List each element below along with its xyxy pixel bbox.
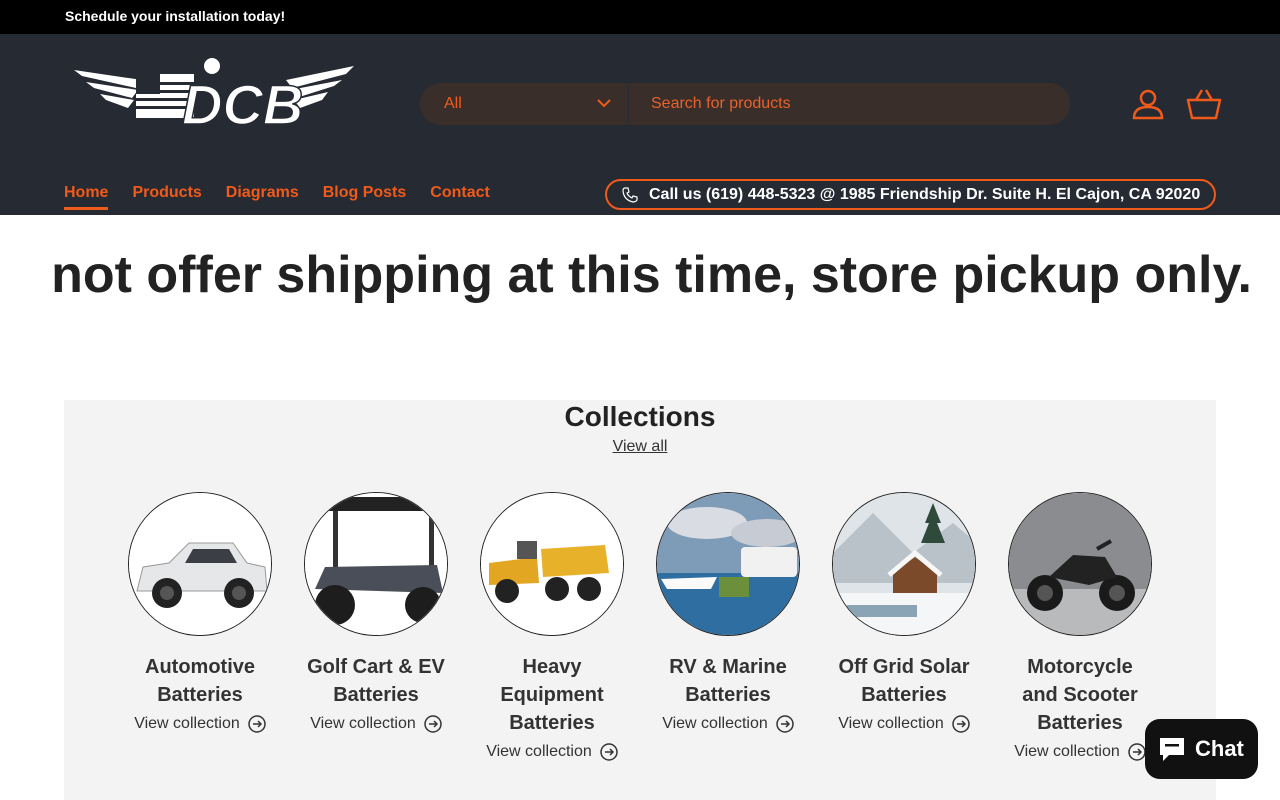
main-nav: Home Products Diagrams Blog Posts Contac… bbox=[64, 184, 514, 210]
shipping-notice-marquee: not offer shipping at this time, store p… bbox=[0, 215, 1280, 335]
collection-title: Automotive Batteries bbox=[145, 656, 255, 706]
collection-title: Off Grid Solar Batteries bbox=[838, 656, 970, 706]
arrow-right-circle-icon bbox=[424, 715, 442, 733]
view-all-link[interactable]: View all bbox=[613, 438, 668, 455]
collection-image-dump-truck[interactable] bbox=[480, 492, 624, 636]
collection-image-rv-lake[interactable] bbox=[656, 492, 800, 636]
arrow-right-circle-icon bbox=[1128, 743, 1146, 761]
view-collection-link[interactable]: View collection bbox=[134, 715, 266, 733]
view-collection-link[interactable]: View collection bbox=[838, 715, 970, 733]
nav-home[interactable]: Home bbox=[64, 184, 109, 210]
arrow-right-circle-icon bbox=[776, 715, 794, 733]
collection-image-golf-cart[interactable] bbox=[304, 492, 448, 636]
collection-image-truck[interactable] bbox=[128, 492, 272, 636]
nav-blog-posts[interactable]: Blog Posts bbox=[323, 184, 407, 210]
arrow-right-circle-icon bbox=[952, 715, 970, 733]
cart-basket-icon[interactable] bbox=[1186, 87, 1222, 126]
category-select-value: All bbox=[444, 95, 462, 112]
collection-title: Heavy Equipment Batteries bbox=[500, 656, 604, 734]
call-us-button[interactable]: Call us (619) 448-5323 @ 1985 Friendship… bbox=[605, 179, 1216, 210]
collection-title: Golf Cart & EV Batteries bbox=[307, 656, 445, 706]
chevron-down-icon bbox=[597, 99, 611, 108]
search-bar: All bbox=[420, 83, 1070, 125]
phone-icon bbox=[622, 187, 638, 203]
collection-card-automotive[interactable]: Automotive Batteries View collection bbox=[128, 492, 272, 761]
call-us-text: Call us (619) 448-5323 @ 1985 Friendship… bbox=[649, 186, 1201, 203]
site-header: DCB All Home Products Diagrams Blog Post… bbox=[0, 34, 1280, 215]
collection-title: RV & Marine Batteries bbox=[669, 656, 787, 706]
arrow-right-circle-icon bbox=[600, 743, 618, 761]
collections-section: Collections View all Automotive Batterie… bbox=[64, 400, 1216, 800]
collection-image-motorcycle[interactable] bbox=[1008, 492, 1152, 636]
chat-label: Chat bbox=[1195, 736, 1244, 761]
account-icon[interactable] bbox=[1131, 87, 1165, 126]
collection-card-off-grid-solar[interactable]: Off Grid Solar Batteries View collection bbox=[832, 492, 976, 761]
collection-card-motorcycle-scooter[interactable]: Motorcycle and Scooter Batteries View co… bbox=[1008, 492, 1152, 761]
store-logo[interactable]: DCB bbox=[72, 54, 356, 138]
announcement-bar: Schedule your installation today! bbox=[0, 0, 1280, 34]
nav-diagrams[interactable]: Diagrams bbox=[226, 184, 299, 210]
view-collection-link[interactable]: View collection bbox=[486, 743, 618, 761]
collection-image-cabin[interactable] bbox=[832, 492, 976, 636]
view-collection-link[interactable]: View collection bbox=[310, 715, 442, 733]
category-select[interactable]: All bbox=[420, 83, 629, 125]
announcement-text: Schedule your installation today! bbox=[65, 8, 286, 24]
collection-card-rv-marine[interactable]: RV & Marine Batteries View collection bbox=[656, 492, 800, 761]
view-collection-link[interactable]: View collection bbox=[662, 715, 794, 733]
chat-button[interactable]: Chat bbox=[1145, 719, 1258, 779]
collection-card-golf-cart[interactable]: Golf Cart & EV Batteries View collection bbox=[304, 492, 448, 761]
view-collection-link[interactable]: View collection bbox=[1014, 743, 1146, 761]
collection-card-heavy-equipment[interactable]: Heavy Equipment Batteries View collectio… bbox=[480, 492, 624, 761]
collections-heading: Collections bbox=[564, 401, 716, 432]
nav-contact[interactable]: Contact bbox=[430, 184, 490, 210]
logo-lettering: DCB bbox=[182, 73, 303, 136]
shipping-notice-text: not offer shipping at this time, store p… bbox=[51, 246, 1252, 304]
nav-products[interactable]: Products bbox=[132, 184, 201, 210]
arrow-right-circle-icon bbox=[248, 715, 266, 733]
chat-bubble-icon bbox=[1160, 738, 1184, 761]
search-input[interactable] bbox=[630, 83, 1070, 125]
collection-list: Automotive Batteries View collection Gol… bbox=[128, 492, 1184, 761]
collection-title: Motorcycle and Scooter Batteries bbox=[1022, 656, 1138, 734]
